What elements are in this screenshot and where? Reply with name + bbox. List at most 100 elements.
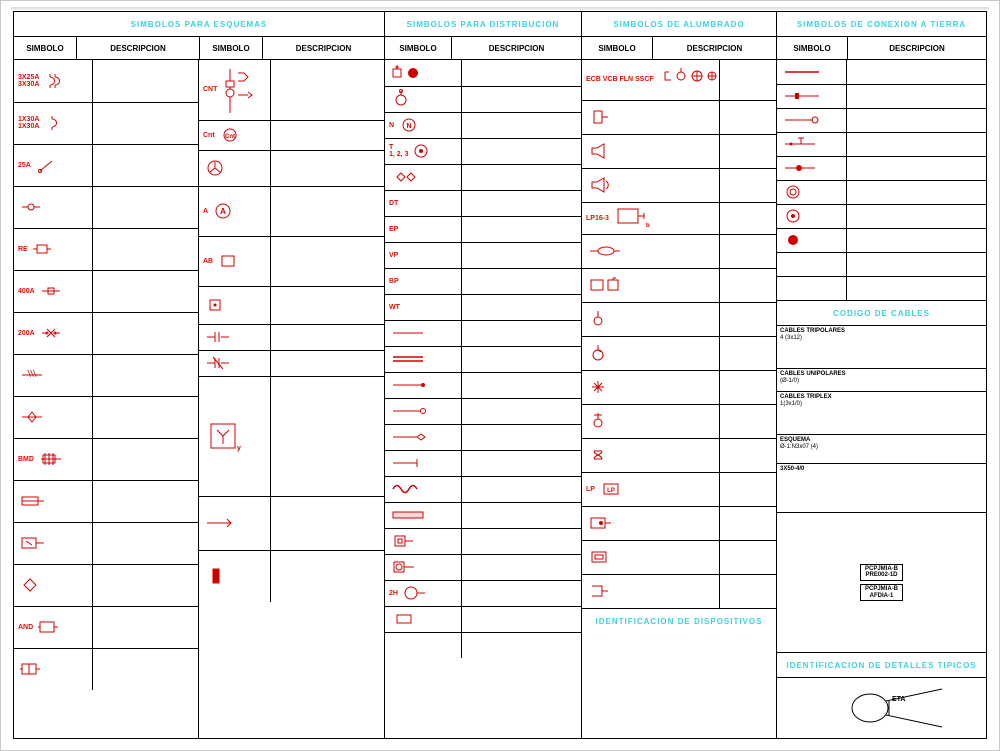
symbol-cell bbox=[199, 325, 270, 350]
description-cell bbox=[462, 242, 581, 268]
symbol-cell bbox=[385, 60, 461, 86]
description-cell bbox=[462, 554, 581, 580]
symbol-cell: AND bbox=[14, 607, 92, 648]
alumbrado-table: ECB VCB FLN SSCFLP16-3bLPLP bbox=[582, 60, 776, 608]
sq-dot-icon bbox=[203, 295, 253, 315]
symbol-label: Cnt bbox=[203, 132, 215, 139]
symbol-label: VP bbox=[389, 252, 398, 259]
symbol-cell bbox=[582, 303, 719, 336]
symbol-label: A bbox=[203, 208, 208, 215]
hdr-simbolo: SIMBOLO bbox=[385, 37, 452, 59]
section-title-tierra: SIMBOLOS DE CONEXION A TIERRA bbox=[777, 12, 986, 37]
symbol-cell bbox=[777, 85, 846, 108]
symbol-label: AND bbox=[18, 624, 33, 631]
description-cell bbox=[271, 350, 384, 376]
description-cell bbox=[462, 320, 581, 346]
codigo-cables-body: CABLES TRIPOLARES4 (3x12) CABLES UNIPOLA… bbox=[777, 326, 986, 652]
outlet1-icon bbox=[389, 557, 439, 577]
description-cell bbox=[719, 268, 776, 302]
symbol-cell: 1X30A 1X30A bbox=[14, 103, 92, 144]
symbol-cell bbox=[199, 287, 270, 324]
symbol-cell: WT bbox=[385, 295, 461, 320]
arrow-r-icon bbox=[203, 513, 253, 533]
cut-fuse-icon bbox=[38, 323, 88, 343]
bell-icon bbox=[389, 89, 439, 109]
pendant-t-icon bbox=[586, 411, 636, 431]
header-row: SIMBOLO DESCRIPCION bbox=[777, 37, 986, 60]
gnd-line-icon bbox=[781, 62, 831, 82]
description-cell bbox=[93, 606, 198, 648]
description-cell bbox=[93, 480, 198, 522]
symbol-cell bbox=[199, 497, 270, 550]
symbol-cell bbox=[777, 157, 846, 180]
symbol-cell bbox=[385, 165, 461, 190]
disc-icon bbox=[781, 230, 831, 250]
symbol-cell bbox=[777, 133, 846, 156]
sq-ab-icon bbox=[216, 251, 266, 271]
hdr-simbolo: SIMBOLO bbox=[777, 37, 848, 59]
distribucion-table: NNT 1, 2, 3DTEPVPBPWT2H bbox=[385, 60, 581, 658]
symbol-cell: 200A bbox=[14, 313, 92, 354]
symbol-label: 200A bbox=[18, 330, 35, 337]
section-distribucion: SIMBOLOS PARA DISTRIBUCION SIMBOLO DESCR… bbox=[385, 12, 582, 738]
symbol-cell bbox=[582, 575, 719, 609]
description-cell bbox=[719, 336, 776, 370]
description-cell bbox=[93, 228, 198, 270]
symbol-cell: VP bbox=[385, 243, 461, 268]
description-cell bbox=[271, 150, 384, 186]
description-cell bbox=[719, 60, 776, 100]
symbol-cell: BP bbox=[385, 269, 461, 294]
symbol-cell bbox=[385, 633, 461, 659]
description-cell bbox=[462, 372, 581, 398]
symbol-label: T 1, 2, 3 bbox=[389, 144, 408, 158]
description-cell bbox=[462, 398, 581, 424]
symbol-cell: CNT bbox=[199, 60, 270, 120]
description-cell bbox=[462, 60, 581, 86]
symbol-label: 1X30A 1X30A bbox=[18, 116, 39, 130]
wave-icon bbox=[389, 479, 439, 499]
line-arrow-icon bbox=[389, 401, 439, 421]
description-cell bbox=[846, 204, 986, 228]
damper-icon bbox=[18, 491, 68, 511]
symbol-cell bbox=[385, 555, 461, 580]
symbol-label: 400A bbox=[18, 288, 35, 295]
description-cell bbox=[93, 270, 198, 312]
cable-note-4: 3X50-4/0 bbox=[777, 464, 986, 512]
symbol-label: 25A bbox=[18, 162, 31, 169]
circle-t-icon bbox=[411, 141, 461, 161]
description-cell bbox=[93, 60, 198, 102]
symbol-cell bbox=[777, 277, 846, 301]
description-cell bbox=[462, 294, 581, 320]
fuse-line-icon bbox=[38, 281, 88, 301]
subtitle-codigo-cables: CODIGO DE CABLES bbox=[777, 300, 986, 326]
esquemas-table-a: 3X25A 3X30A1X30A 1X30A25ARE400A200ABMDAN… bbox=[14, 60, 198, 690]
symbol-label: BP bbox=[389, 278, 399, 285]
alumbrado-footer: IDENTIFICACION DE DISPOSITIVOS bbox=[582, 608, 776, 633]
valve-icon bbox=[18, 407, 68, 427]
pendant-l-icon bbox=[586, 343, 636, 363]
symbol-cell bbox=[14, 649, 92, 691]
hdr-simbolo: SIMBOLO bbox=[200, 37, 263, 59]
symbol-label: 3X25A 3X30A bbox=[18, 74, 39, 88]
symbol-cell bbox=[14, 355, 92, 396]
svg-text:A: A bbox=[220, 207, 226, 216]
hdr-simbolo: SIMBOLO bbox=[582, 37, 653, 59]
symbol-cell bbox=[385, 607, 461, 632]
symbol-cell bbox=[777, 253, 846, 276]
header-row: SIMBOLO DESCRIPCION SIMBOLO DESCRIPCION bbox=[14, 37, 384, 60]
description-cell bbox=[846, 108, 986, 132]
svg-text:LP: LP bbox=[607, 488, 615, 494]
symbol-cell: AA bbox=[199, 187, 270, 236]
description-cell bbox=[719, 168, 776, 202]
half-rect-icon bbox=[586, 581, 636, 601]
symbol-cell bbox=[385, 477, 461, 502]
symbol-label: AB bbox=[203, 258, 213, 265]
description-cell bbox=[93, 186, 198, 228]
description-cell bbox=[462, 112, 581, 138]
svg-text:N: N bbox=[407, 123, 412, 130]
sq-lp-icon: LP bbox=[598, 479, 648, 499]
circle-a-icon: A bbox=[211, 201, 261, 221]
relay-icon bbox=[31, 239, 81, 259]
description-cell bbox=[271, 120, 384, 150]
description-cell bbox=[462, 580, 581, 606]
